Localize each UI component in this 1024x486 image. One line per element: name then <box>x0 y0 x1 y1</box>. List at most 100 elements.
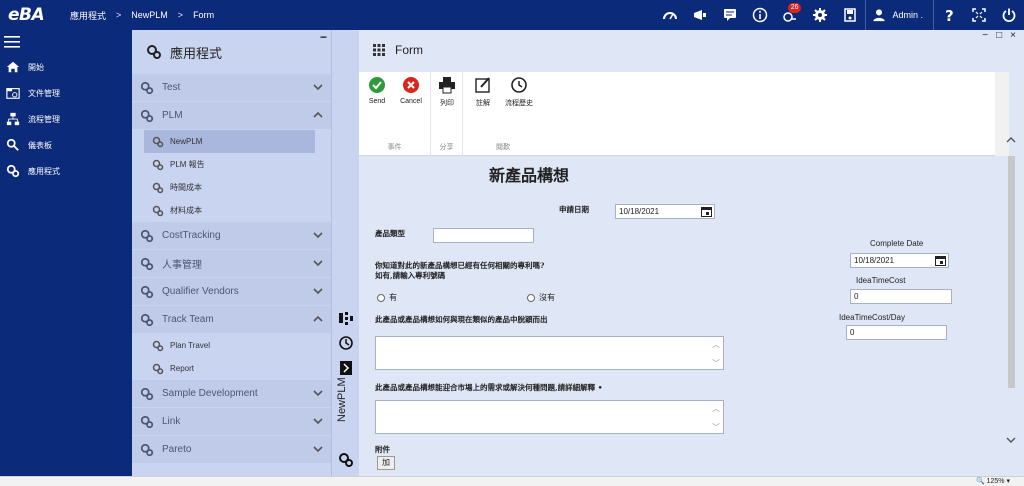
process-map-icon[interactable] <box>338 310 354 326</box>
app-logo[interactable]: eBA <box>0 5 58 25</box>
app-subitem[interactable]: 時間成本 <box>132 176 331 199</box>
apps-icon <box>6 164 20 178</box>
gear-icon[interactable] <box>805 0 835 30</box>
calendar-icon[interactable] <box>935 255 946 266</box>
info-icon[interactable] <box>745 0 775 30</box>
apply-date-label: 申請日期 <box>559 205 589 214</box>
toolbar-group-label: 事件 <box>387 144 402 151</box>
scroll-up-icon[interactable] <box>1006 136 1016 144</box>
chevron-up-icon[interactable] <box>313 314 323 324</box>
flow-history-button[interactable]: 流程歷史 <box>501 76 537 108</box>
chevron-down-icon[interactable] <box>313 230 323 240</box>
app-group[interactable]: Sample Development <box>132 380 331 407</box>
expand-panel-icon[interactable] <box>338 360 354 376</box>
app-subitem-label: 時間成本 <box>170 183 202 192</box>
app-group[interactable]: 人事管理 <box>132 250 331 277</box>
collapse-panel-button[interactable]: − <box>320 30 327 44</box>
app-subitem[interactable]: PLM 報告 <box>132 153 331 176</box>
apps-icon[interactable] <box>338 452 354 468</box>
app-group[interactable]: Pareto <box>132 436 331 463</box>
app-group[interactable]: Link <box>132 408 331 435</box>
chevron-down-icon[interactable] <box>313 258 323 268</box>
app-subitem[interactable]: Plan Travel <box>132 334 331 357</box>
chevron-up-icon[interactable] <box>313 110 323 120</box>
app-subitem[interactable]: Report <box>132 357 331 380</box>
vertical-app-label: NewPLM <box>336 377 348 422</box>
calendar-icon[interactable] <box>701 206 712 217</box>
breadcrumb-item[interactable]: NewPLM <box>131 10 168 20</box>
need-textarea[interactable]: ︿ ﹀ <box>375 400 724 434</box>
notifications-icon[interactable]: 26 <box>775 0 805 30</box>
help-icon[interactable]: ? <box>934 0 964 30</box>
app-group[interactable]: PLM <box>132 102 331 129</box>
save-user-icon[interactable] <box>835 0 865 30</box>
megaphone-icon[interactable] <box>685 0 715 30</box>
toolbar-group-share: 列印 分享 <box>431 72 463 156</box>
notification-badge: 26 <box>787 3 802 13</box>
radio-no[interactable]: 沒有 <box>527 292 555 303</box>
annotate-button[interactable]: 註解 <box>465 76 501 108</box>
app-icon <box>152 136 164 147</box>
maximize-button[interactable]: □ <box>996 30 1002 41</box>
side-strip: NewPLM <box>331 30 359 476</box>
app-subitem[interactable]: NewPLM <box>144 130 315 153</box>
chevron-down-icon[interactable] <box>313 388 323 398</box>
form-scrollbar[interactable] <box>1006 126 1016 450</box>
chevron-down-icon[interactable] <box>313 444 323 454</box>
breadcrumb-item[interactable]: Form <box>193 10 214 20</box>
nav-item-dashboard[interactable]: 儀表板 <box>0 132 132 158</box>
apply-date-field[interactable]: 10/18/2021 <box>615 204 715 219</box>
idea-time-cost-day-field[interactable]: 0 <box>846 325 947 340</box>
add-attachment-button[interactable]: 加 <box>377 456 395 470</box>
speedometer-icon[interactable] <box>655 0 685 30</box>
app-group[interactable]: Test <box>132 74 331 101</box>
minimize-button[interactable]: − <box>982 30 988 41</box>
chevron-down-icon[interactable] <box>313 286 323 296</box>
app-group[interactable]: CostTracking <box>132 222 331 249</box>
app-group-label: CostTracking <box>162 230 221 241</box>
app-group-label: PLM <box>162 110 183 121</box>
idea-time-cost-field[interactable]: 0 <box>850 289 952 304</box>
app-icon <box>140 229 154 242</box>
idea-time-cost-day-label: IdeaTimeCost/Day <box>839 313 905 322</box>
nav-item-start[interactable]: 開始 <box>0 54 132 80</box>
scrollbar-thumb[interactable] <box>1008 156 1015 388</box>
history-icon[interactable] <box>338 335 354 351</box>
app-group-label: Link <box>162 416 181 427</box>
zoom-value: 125% <box>986 478 1005 485</box>
panel-title: 應用程式 <box>170 45 223 61</box>
radio-yes[interactable]: 有 <box>377 292 397 303</box>
app-subitem[interactable]: 材料成本 <box>132 199 331 222</box>
breadcrumb-item[interactable]: 應用程式 <box>70 9 106 22</box>
nav-item-documents[interactable]: 文件管理 <box>0 80 132 106</box>
radio-yes-label: 有 <box>389 293 397 302</box>
scroll-down-icon[interactable] <box>1006 436 1016 444</box>
chat-icon[interactable] <box>715 0 745 30</box>
send-button[interactable]: Send <box>359 76 395 105</box>
close-button[interactable]: × <box>1010 30 1016 41</box>
cancel-button[interactable]: Cancel <box>393 76 429 105</box>
check-icon <box>369 77 385 93</box>
chevron-down-icon[interactable] <box>313 82 323 92</box>
product-type-field[interactable] <box>433 228 534 243</box>
breadcrumb-separator: > <box>116 10 122 20</box>
fullscreen-icon[interactable] <box>964 0 994 30</box>
zoom-level[interactable]: 🔍 125% ▾ <box>976 477 1010 485</box>
hamburger-icon[interactable] <box>0 30 132 54</box>
nav-item-flow[interactable]: 流程管理 <box>0 106 132 132</box>
toolbar-group-label: 分享 <box>439 144 454 151</box>
power-icon[interactable] <box>994 0 1024 30</box>
chevron-down-icon[interactable] <box>313 416 323 426</box>
flow-icon <box>6 112 20 126</box>
app-subitem-label: Plan Travel <box>170 341 211 350</box>
user-menu[interactable]: Admin . <box>865 0 934 30</box>
print-button[interactable]: 列印 <box>429 76 465 108</box>
app-group[interactable]: Track Team <box>132 306 331 333</box>
nav-item-label: 文件管理 <box>28 88 60 98</box>
panel-header: 應用程式 − <box>132 30 331 74</box>
form-title: 新產品構想 <box>489 166 570 185</box>
app-group[interactable]: Qualifier Vendors <box>132 278 331 305</box>
app-subitem-label: Report <box>170 364 195 373</box>
nav-item-apps[interactable]: 應用程式 <box>0 158 132 184</box>
compare-textarea[interactable]: ︿ ﹀ <box>375 336 724 370</box>
